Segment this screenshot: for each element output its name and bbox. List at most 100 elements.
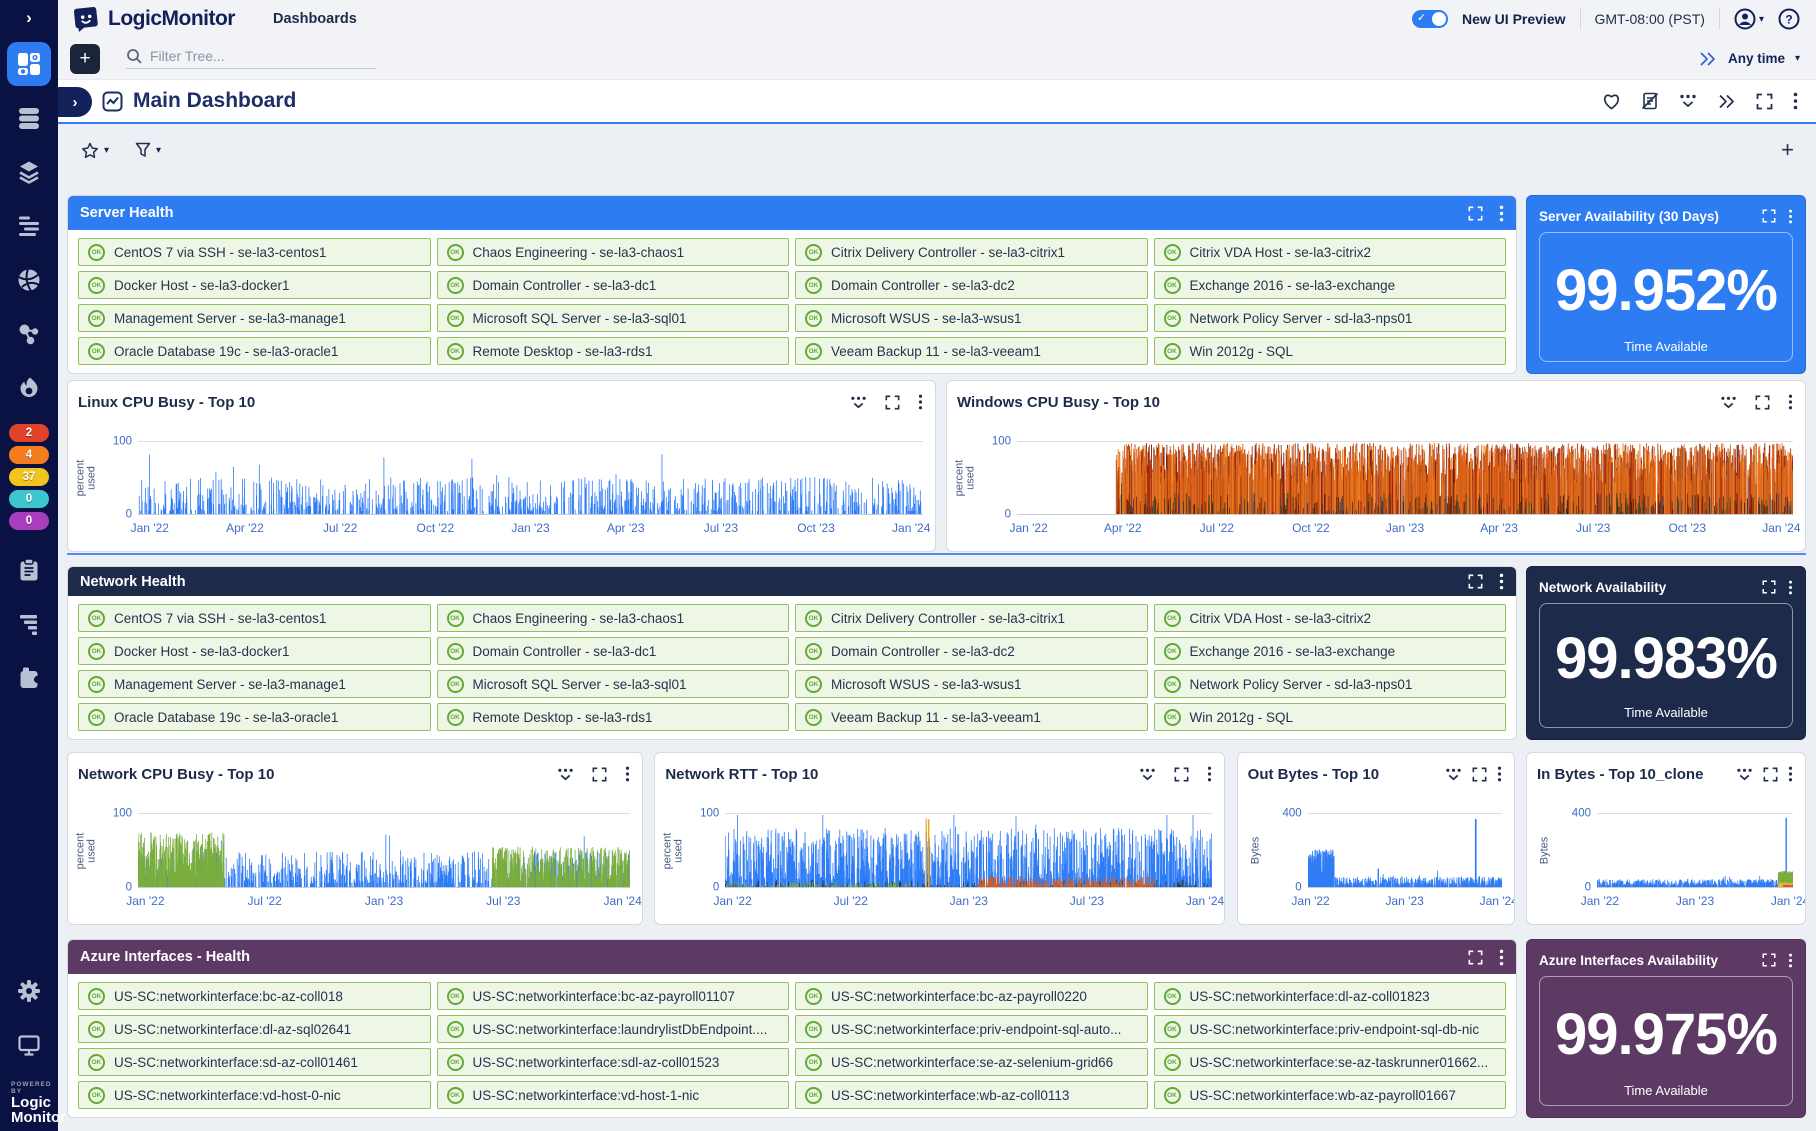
menu-kebab-icon[interactable] — [1207, 766, 1212, 782]
filter-tree-input[interactable] — [150, 48, 360, 64]
forecast-icon[interactable] — [850, 395, 867, 410]
fullscreen-icon[interactable] — [1756, 93, 1773, 110]
health-status-item[interactable]: OK Management Server - se-la3-manage1 — [78, 670, 431, 698]
health-status-item[interactable]: OK US-SC:networkinterface:priv-endpoint-… — [795, 1015, 1148, 1043]
alert-badge[interactable]: 0 — [9, 490, 49, 508]
health-status-item[interactable]: OK US-SC:networkinterface:se-az-selenium… — [795, 1048, 1148, 1076]
health-status-item[interactable]: OK US-SC:networkinterface:wb-az-coll0113 — [795, 1081, 1148, 1109]
health-status-item[interactable]: OK Microsoft WSUS - se-la3-wsus1 — [795, 304, 1148, 332]
timezone-label[interactable]: GMT-08:00 (PST) — [1595, 11, 1705, 27]
sidebar-item-mapping[interactable] — [7, 312, 51, 356]
menu-kebab-icon[interactable] — [918, 394, 923, 410]
fullscreen-icon[interactable] — [1763, 767, 1778, 782]
menu-kebab-icon[interactable] — [1788, 209, 1793, 224]
filter-tree-search[interactable] — [126, 48, 376, 69]
sidebar-expand-chevron-icon[interactable]: › — [26, 8, 32, 32]
health-status-item[interactable]: OK Microsoft SQL Server - se-la3-sql01 — [437, 304, 790, 332]
sidebar-item-logs[interactable] — [7, 204, 51, 248]
menu-kebab-icon[interactable] — [1788, 766, 1793, 782]
forecast-icon[interactable] — [1139, 767, 1156, 782]
health-status-item[interactable]: OK US-SC:networkinterface:sdl-az-coll015… — [437, 1048, 790, 1076]
alert-badge[interactable]: 4 — [9, 446, 49, 464]
menu-kebab-icon[interactable] — [625, 766, 630, 782]
alert-badge[interactable]: 0 — [9, 512, 49, 530]
add-dashboard-button[interactable]: + — [70, 44, 100, 74]
menu-kebab-icon[interactable] — [1499, 205, 1504, 222]
menu-kebab-icon[interactable] — [1788, 953, 1793, 968]
alert-badge[interactable]: 2 — [9, 424, 49, 442]
health-status-item[interactable]: OK Citrix VDA Host - se-la3-citrix2 — [1154, 238, 1507, 266]
fullscreen-icon[interactable] — [1472, 767, 1487, 782]
sidebar-item-websites[interactable] — [7, 258, 51, 302]
sidebar-item-remote-desktop[interactable] — [7, 1023, 51, 1067]
fullscreen-icon[interactable] — [1762, 580, 1776, 594]
health-status-item[interactable]: OK CentOS 7 via SSH - se-la3-centos1 — [78, 238, 431, 266]
fullscreen-icon[interactable] — [1468, 950, 1483, 965]
health-status-item[interactable]: OK Oracle Database 19c - se-la3-oracle1 — [78, 703, 431, 731]
chart-plot-area[interactable] — [1308, 813, 1502, 888]
menu-kebab-icon[interactable] — [1499, 949, 1504, 966]
menu-kebab-icon[interactable] — [1499, 573, 1504, 590]
health-status-item[interactable]: OK CentOS 7 via SSH - se-la3-centos1 — [78, 604, 431, 632]
play-all-widgets-icon[interactable] — [1717, 93, 1736, 110]
health-status-item[interactable]: OK Citrix VDA Host - se-la3-citrix2 — [1154, 604, 1507, 632]
health-status-item[interactable]: OK US-SC:networkinterface:priv-endpoint-… — [1154, 1015, 1507, 1043]
health-status-item[interactable]: OK Docker Host - se-la3-docker1 — [78, 271, 431, 299]
health-status-item[interactable]: OK Domain Controller - se-la3-dc2 — [795, 637, 1148, 665]
health-status-item[interactable]: OK Network Policy Server - sd-la3-nps01 — [1154, 670, 1507, 698]
widget-filter-button[interactable]: ▾ — [135, 142, 161, 158]
menu-kebab-icon[interactable] — [1788, 580, 1793, 595]
fullscreen-icon[interactable] — [1762, 209, 1776, 223]
chevron-down-icon[interactable]: ▾ — [1795, 53, 1800, 64]
favorites-filter-button[interactable]: ▾ — [81, 142, 109, 159]
health-status-item[interactable]: OK US-SC:networkinterface:dl-az-sql02641 — [78, 1015, 431, 1043]
health-status-item[interactable]: OK Microsoft WSUS - se-la3-wsus1 — [795, 670, 1148, 698]
menu-kebab-icon[interactable] — [1793, 92, 1798, 110]
forecast-icon[interactable] — [1445, 767, 1462, 782]
health-status-item[interactable]: OK Domain Controller - se-la3-dc1 — [437, 637, 790, 665]
add-widget-button[interactable]: + — [1781, 137, 1798, 163]
fullscreen-icon[interactable] — [1468, 206, 1483, 221]
health-status-item[interactable]: OK Chaos Engineering - se-la3-chaos1 — [437, 238, 790, 266]
health-status-item[interactable]: OK US-SC:networkinterface:se-az-taskrunn… — [1154, 1048, 1507, 1076]
fullscreen-icon[interactable] — [1468, 574, 1483, 589]
health-status-item[interactable]: OK Domain Controller - se-la3-dc1 — [437, 271, 790, 299]
menu-kebab-icon[interactable] — [1788, 394, 1793, 410]
forecast-icon[interactable] — [1679, 93, 1697, 109]
health-status-item[interactable]: OK Remote Desktop - se-la3-rds1 — [437, 337, 790, 365]
health-status-item[interactable]: OK Management Server - se-la3-manage1 — [78, 304, 431, 332]
fullscreen-icon[interactable] — [885, 395, 900, 410]
health-status-item[interactable]: OK Exchange 2016 - se-la3-exchange — [1154, 271, 1507, 299]
play-all-widgets-icon[interactable] — [1698, 50, 1718, 68]
health-status-item[interactable]: OK Win 2012g - SQL — [1154, 337, 1507, 365]
health-status-item[interactable]: OK Citrix Delivery Controller - se-la3-c… — [795, 238, 1148, 266]
health-status-item[interactable]: OK US-SC:networkinterface:vd-host-0-nic — [78, 1081, 431, 1109]
sidebar-item-settings[interactable] — [7, 969, 51, 1013]
health-status-item[interactable]: OK Win 2012g - SQL — [1154, 703, 1507, 731]
chart-plot-area[interactable] — [1017, 441, 1793, 515]
health-status-item[interactable]: OK US-SC:networkinterface:bc-az-payroll0… — [795, 982, 1148, 1010]
sidebar-item-modules[interactable] — [7, 150, 51, 194]
health-status-item[interactable]: OK Remote Desktop - se-la3-rds1 — [437, 703, 790, 731]
health-status-item[interactable]: OK Veeam Backup 11 - se-la3-veeam1 — [795, 337, 1148, 365]
forecast-icon[interactable] — [557, 767, 574, 782]
health-status-item[interactable]: OK US-SC:networkinterface:dl-az-coll0182… — [1154, 982, 1507, 1010]
fullscreen-icon[interactable] — [1174, 767, 1189, 782]
health-status-item[interactable]: OK Network Policy Server - sd-la3-nps01 — [1154, 304, 1507, 332]
health-status-item[interactable]: OK Domain Controller - se-la3-dc2 — [795, 271, 1148, 299]
expand-tree-pill-button[interactable]: › — [58, 87, 92, 117]
health-status-item[interactable]: OK Citrix Delivery Controller - se-la3-c… — [795, 604, 1148, 632]
health-status-item[interactable]: OK US-SC:networkinterface:sd-az-coll0146… — [78, 1048, 431, 1076]
health-status-item[interactable]: OK US-SC:networkinterface:vd-host-1-nic — [437, 1081, 790, 1109]
menu-kebab-icon[interactable] — [1497, 766, 1502, 782]
chart-plot-area[interactable] — [725, 813, 1212, 888]
health-status-item[interactable]: OK Chaos Engineering - se-la3-chaos1 — [437, 604, 790, 632]
chart-plot-area[interactable] — [138, 441, 923, 515]
fullscreen-icon[interactable] — [1762, 953, 1776, 967]
sidebar-item-remote-sessions[interactable] — [7, 548, 51, 592]
health-status-item[interactable]: OK Docker Host - se-la3-docker1 — [78, 637, 431, 665]
health-status-item[interactable]: OK US-SC:networkinterface:laundrylistDbE… — [437, 1015, 790, 1043]
forecast-icon[interactable] — [1736, 767, 1753, 782]
sidebar-item-resources[interactable] — [7, 96, 51, 140]
account-menu-button[interactable]: ▾ — [1734, 8, 1764, 30]
